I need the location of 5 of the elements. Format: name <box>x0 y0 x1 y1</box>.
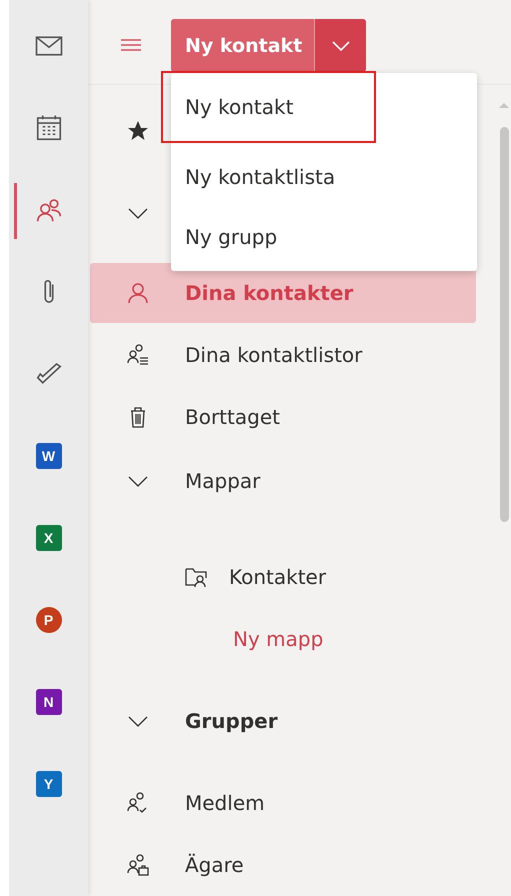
app-logo-icon: N <box>36 689 62 715</box>
app-logo-icon: Y <box>36 771 62 797</box>
app-logo-icon: P <box>36 607 62 633</box>
app-logo-icon: W <box>36 443 62 469</box>
app-logo-icon: X <box>36 525 62 551</box>
